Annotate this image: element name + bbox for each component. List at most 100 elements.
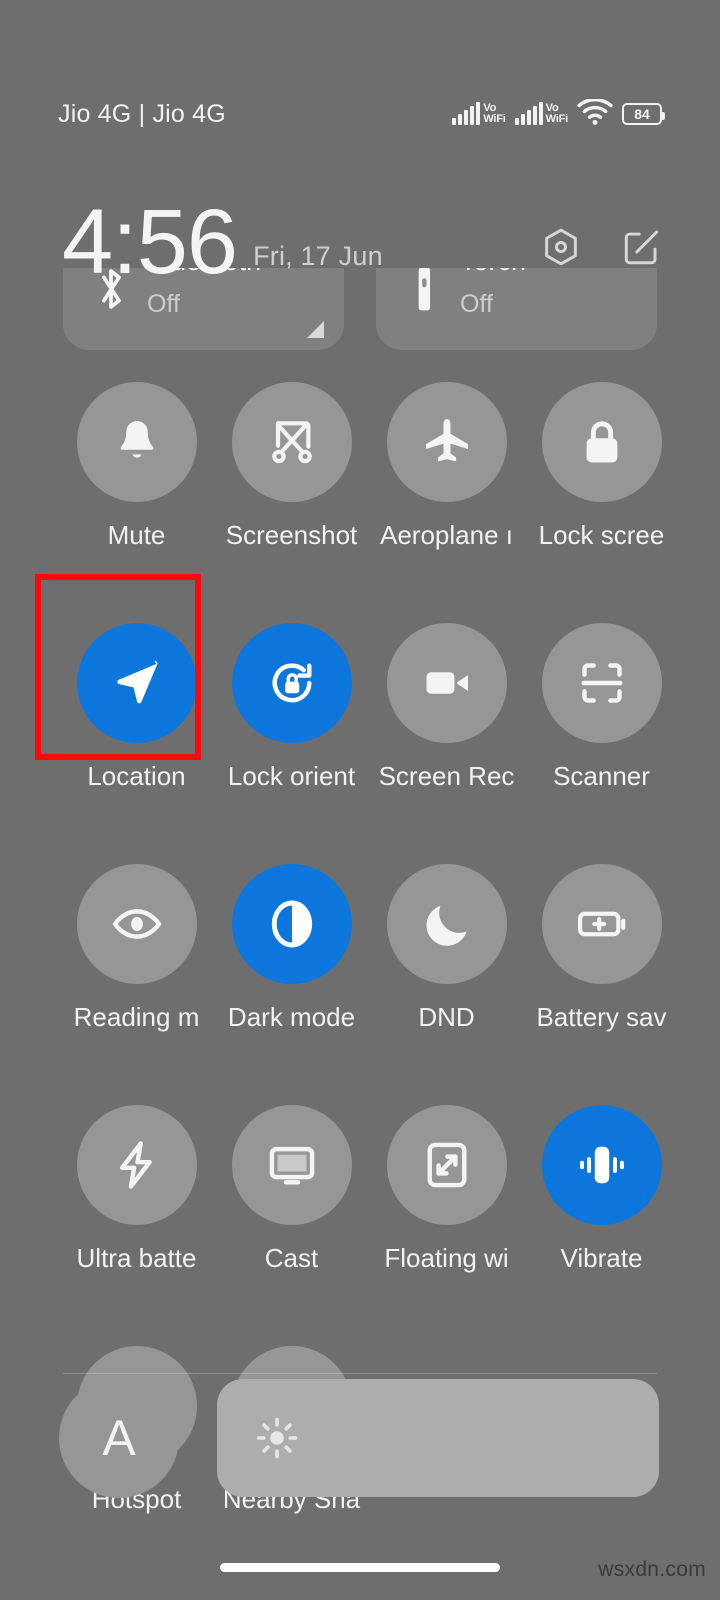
toggle-scanner[interactable]: Scanner <box>524 623 679 792</box>
toggle-lock-orientation-circle[interactable] <box>231 623 352 743</box>
screenshot-icon <box>264 414 320 470</box>
auto-brightness-button[interactable]: A <box>59 1378 179 1498</box>
lightning-bolt-icon <box>109 1137 165 1193</box>
auto-brightness-label: A <box>102 1410 136 1466</box>
toggle-vibrate-circle[interactable] <box>541 1105 662 1225</box>
toggle-dark-mode[interactable]: Dark mode <box>214 864 369 1033</box>
status-bar: Jio 4G | Jio 4G Vo WiFi Vo WiFi 84 <box>0 92 720 136</box>
eye-icon <box>109 896 165 952</box>
toggle-location[interactable]: Location <box>59 623 214 792</box>
toggle-dark-mode-label: Dark mode <box>227 1002 356 1032</box>
toggle-mute[interactable]: Mute <box>59 382 214 551</box>
signal-bars-icon <box>452 102 481 125</box>
toggle-screenshot-circle[interactable] <box>231 382 352 502</box>
toggle-screen-recorder[interactable]: Screen Rec <box>369 623 524 792</box>
section-divider <box>63 1373 657 1374</box>
settings-hexagon-icon[interactable] <box>540 226 582 268</box>
toggle-cast[interactable]: Cast <box>214 1105 369 1274</box>
toggle-ultra-battery-saver-circle[interactable] <box>76 1105 197 1225</box>
toggle-lock-screen-label: Lock scree <box>538 520 665 550</box>
battery-icon: 84 <box>622 103 665 125</box>
toggle-mute-label: Mute <box>107 520 166 550</box>
quick-settings-panel: Jio 4G | Jio 4G Vo WiFi Vo WiFi 84 4:56 … <box>0 0 720 1600</box>
battery-percent-label: 84 <box>634 106 650 122</box>
monitor-icon <box>264 1137 320 1193</box>
toggle-scanner-label: Scanner <box>553 761 650 791</box>
toggle-dark-mode-circle[interactable] <box>231 864 352 984</box>
quick-toggle-grid: Mute Screenshot Aeroplane ı Lock scree L… <box>59 382 679 1515</box>
toggle-reading-mode[interactable]: Reading m <box>59 864 214 1033</box>
header-actions <box>540 226 662 268</box>
tile-torch[interactable]: Torch Off <box>376 268 657 350</box>
tile-bluetooth-title: Bluetooth <box>147 268 261 277</box>
aeroplane-icon <box>419 414 475 470</box>
toggle-lock-orientation-label: Lock orient <box>227 761 356 791</box>
toggle-dnd-circle[interactable] <box>386 864 507 984</box>
sim2-signal: Vo WiFi <box>514 102 569 125</box>
toggle-scanner-circle[interactable] <box>541 623 662 743</box>
top-tiles-row: Bluetooth Off Torch Off <box>63 268 657 350</box>
sim2-vowifi-bottom: WiFi <box>545 113 569 125</box>
toggle-location-label: Location <box>87 761 186 791</box>
torch-icon <box>402 268 446 314</box>
lock-rotation-icon <box>264 655 320 711</box>
carrier-label: Jio 4G | Jio 4G <box>58 99 226 128</box>
tile-bluetooth[interactable]: Bluetooth Off <box>63 268 344 350</box>
bell-icon <box>109 414 165 470</box>
brightness-sun-icon <box>253 1414 301 1462</box>
toggle-battery-saver-circle[interactable] <box>541 864 662 984</box>
toggle-battery-saver-label: Battery sav <box>536 1002 667 1032</box>
location-arrow-icon <box>109 655 165 711</box>
signal-bars-icon <box>514 102 543 125</box>
toggle-screen-recorder-circle[interactable] <box>386 623 507 743</box>
toggle-screen-recorder-label: Screen Rec <box>378 761 515 791</box>
toggle-location-circle[interactable] <box>76 623 197 743</box>
tile-torch-title: Torch <box>460 268 526 277</box>
toggle-cast-label: Cast <box>264 1243 319 1273</box>
toggle-dnd-label: DND <box>418 1002 475 1032</box>
toggle-screenshot-label: Screenshot <box>225 520 358 550</box>
toggle-vibrate[interactable]: Vibrate <box>524 1105 679 1274</box>
sim2-vowifi-label: Vo WiFi <box>545 103 569 125</box>
tile-torch-status: Off <box>460 290 493 318</box>
toggle-mute-circle[interactable] <box>76 382 197 502</box>
sim1-signal: Vo WiFi <box>452 102 506 125</box>
toggle-screenshot[interactable]: Screenshot <box>214 382 369 551</box>
expand-arrow-icon[interactable] <box>307 321 324 338</box>
toggle-aeroplane-mode-circle[interactable] <box>386 382 507 502</box>
edit-pencil-icon[interactable] <box>620 226 662 268</box>
sim1-vowifi-bottom: WiFi <box>483 113 506 125</box>
brightness-slider[interactable] <box>217 1379 659 1497</box>
lock-icon <box>574 414 630 470</box>
toggle-cast-circle[interactable] <box>231 1105 352 1225</box>
vibrate-icon <box>574 1137 630 1193</box>
battery-plus-icon <box>574 896 630 952</box>
toggle-lock-orientation[interactable]: Lock orient <box>214 623 369 792</box>
tile-bluetooth-status: Off <box>147 290 180 318</box>
toggle-aeroplane-mode-label: Aeroplane ı <box>380 520 513 550</box>
toggle-floating-windows-circle[interactable] <box>386 1105 507 1225</box>
toggle-lock-screen[interactable]: Lock scree <box>524 382 679 551</box>
watermark-label: wsxdn.com <box>598 1558 706 1581</box>
toggle-reading-mode-label: Reading m <box>73 1002 200 1032</box>
video-camera-icon <box>419 655 475 711</box>
toggle-aeroplane-mode[interactable]: Aeroplane ı <box>369 382 524 551</box>
toggle-dnd[interactable]: DND <box>369 864 524 1033</box>
scan-frame-icon <box>574 655 630 711</box>
brightness-row: A <box>59 1378 659 1498</box>
bluetooth-icon <box>89 268 133 314</box>
toggle-reading-mode-circle[interactable] <box>76 864 197 984</box>
sim1-vowifi-label: Vo WiFi <box>483 103 506 125</box>
toggle-floating-windows-label: Floating wi <box>384 1243 509 1273</box>
toggle-floating-windows[interactable]: Floating wi <box>369 1105 524 1274</box>
clock-header: 4:56 Fri, 17 Jun <box>0 170 720 288</box>
toggle-battery-saver[interactable]: Battery sav <box>524 864 679 1033</box>
moon-icon <box>419 896 475 952</box>
toggle-lock-screen-circle[interactable] <box>541 382 662 502</box>
toggle-ultra-battery-saver-label: Ultra batte <box>76 1243 197 1273</box>
floating-window-icon <box>419 1137 475 1193</box>
wifi-icon <box>577 97 613 130</box>
status-icons: Vo WiFi Vo WiFi 84 <box>452 97 665 130</box>
home-indicator[interactable] <box>220 1563 500 1572</box>
toggle-ultra-battery-saver[interactable]: Ultra batte <box>59 1105 214 1274</box>
